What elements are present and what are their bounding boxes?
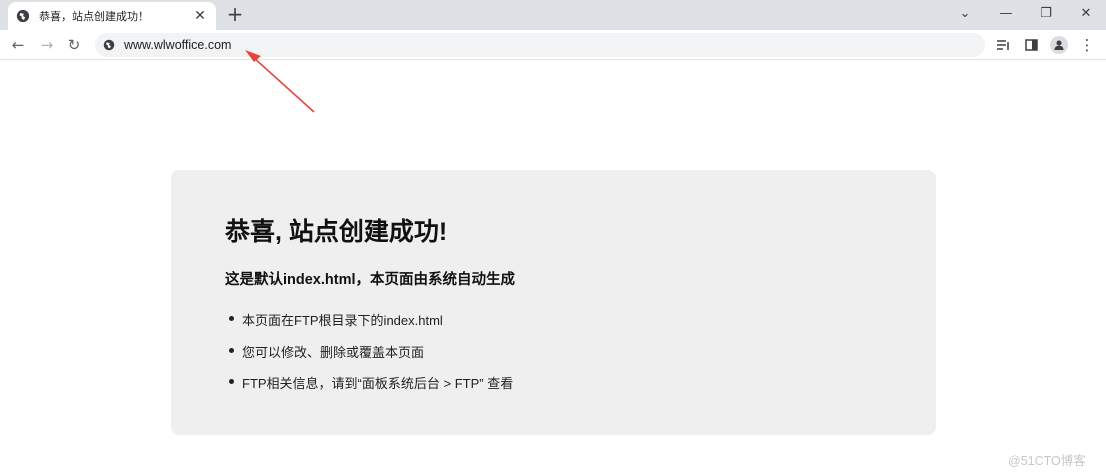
bullet (229, 379, 234, 384)
page-title: 恭喜, 站点创建成功! (225, 218, 448, 246)
list-item: FTP相关信息，请到“面板系统后台 > FTP” 查看 (229, 373, 513, 405)
list-item: 您可以修改、删除或覆盖本页面 (229, 342, 513, 374)
bullet (229, 316, 234, 321)
bullet (229, 347, 234, 353)
content-card: 恭喜, 站点创建成功! 这是默认index.html，本页面由系统自动生成 本页… (171, 170, 936, 435)
info-list: 本页面在FTP根目录下的index.html 您可以修改、删除或覆盖本页面 FT… (229, 310, 513, 405)
list-item: 本页面在FTP根目录下的index.html (229, 310, 513, 342)
page-subtitle: 这是默认index.html，本页面由系统自动生成 (225, 272, 516, 288)
watermark: @51CTO博客 (1008, 454, 1086, 468)
